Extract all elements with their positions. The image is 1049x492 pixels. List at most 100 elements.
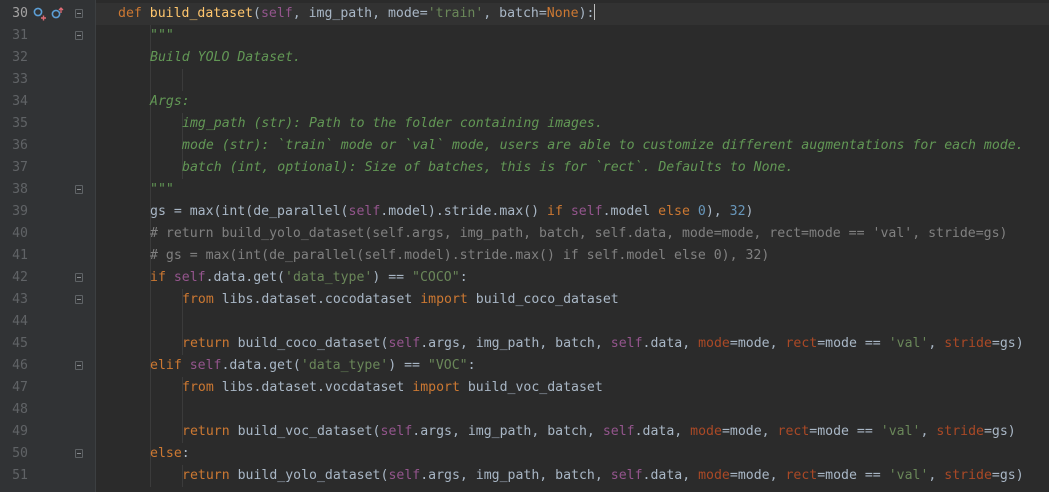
code-area[interactable]: Build YOLO Dataset. (96, 47, 1049, 69)
code-token: 'data_type' (285, 270, 373, 285)
indent-guide (150, 113, 151, 135)
code-token: rect (785, 336, 818, 351)
code-token: Args: (150, 94, 190, 109)
code-line[interactable]: 38 """ (0, 179, 1049, 201)
code-token: build_voc_dataset( (237, 424, 381, 439)
code-token: =mode, (729, 336, 786, 351)
code-token: : (467, 358, 476, 373)
code-token: build_voc_dataset (467, 380, 603, 395)
line-number: 35 (12, 116, 28, 131)
code-line[interactable]: 46 elif self.data.get('data_type') == "VO… (0, 355, 1049, 377)
code-area[interactable] (96, 311, 1049, 333)
code-text: return build_coco_dataset(self.args, img… (182, 333, 1024, 355)
code-area[interactable]: batch (int, optional): Size of batches, … (96, 157, 1049, 179)
code-area[interactable]: Args: (96, 91, 1049, 113)
code-token: .data, (634, 424, 691, 439)
code-token: return (182, 336, 238, 351)
code-token: =mode == (817, 336, 889, 351)
code-line[interactable]: 32 Build YOLO Dataset. (0, 47, 1049, 69)
line-number: 36 (12, 138, 28, 153)
indent-guide (150, 311, 151, 333)
code-text: # gs = max(int(de_parallel(self.model).s… (150, 245, 769, 267)
code-token: import (420, 292, 476, 307)
code-area[interactable]: # return build_yolo_dataset(self.args, i… (96, 223, 1049, 245)
fold-marker-icon[interactable] (75, 295, 83, 304)
code-line[interactable]: 31 """ (0, 25, 1049, 47)
line-number: 37 (12, 160, 28, 175)
code-line[interactable]: 42 if self.data.get('data_type') == "COCO… (0, 267, 1049, 289)
code-text: mode (str): `train` mode or `val` mode, … (182, 135, 1024, 157)
code-area[interactable]: def build_dataset(self, img_path, mode='… (96, 3, 1049, 25)
code-line[interactable]: 34 Args: (0, 91, 1049, 113)
indent-guide (150, 333, 151, 355)
code-text: return build_yolo_dataset(self.args, img… (182, 465, 1024, 487)
code-line[interactable]: 49 return build_voc_dataset(self.args, im… (0, 421, 1049, 443)
code-token: : (459, 270, 468, 285)
line-number: 34 (12, 94, 28, 109)
code-line[interactable]: 45 return build_coco_dataset(self.args, i… (0, 333, 1049, 355)
code-line[interactable]: 33 (0, 69, 1049, 91)
code-token: mode (698, 336, 730, 351)
code-token: mode (str): `train` mode or `val` mode, … (182, 138, 1024, 153)
code-line[interactable]: 35 img_path (str): Path to the folder con… (0, 113, 1049, 135)
code-token: "VOC" (427, 358, 468, 373)
code-text: from libs.dataset.cocodataset import bui… (182, 289, 619, 311)
code-area[interactable]: img_path (str): Path to the folder conta… (96, 113, 1049, 135)
overridden-icon[interactable] (50, 7, 64, 21)
line-number: 45 (12, 336, 28, 351)
fold-marker-icon[interactable] (75, 361, 83, 370)
code-area[interactable] (96, 399, 1049, 421)
code-token: return (182, 468, 238, 483)
fold-marker-icon[interactable] (75, 31, 83, 40)
code-token: 32 (729, 204, 746, 219)
code-line[interactable]: 51 return build_yolo_dataset(self.args, i… (0, 465, 1049, 487)
line-number: 40 (12, 226, 28, 241)
code-text: gs = max(int(de_parallel(self.model).str… (150, 201, 754, 223)
code-token: else (150, 446, 182, 461)
code-area[interactable]: """ (96, 25, 1049, 47)
code-token: build_coco_dataset( (237, 336, 389, 351)
code-area[interactable]: from libs.dataset.vocdataset import buil… (96, 377, 1049, 399)
code-area[interactable]: else: (96, 443, 1049, 465)
code-line[interactable]: 50 else: (0, 443, 1049, 465)
code-line[interactable]: 39 gs = max(int(de_parallel(self.model).s… (0, 201, 1049, 223)
code-token: 'val' (880, 424, 921, 439)
code-area[interactable]: from libs.dataset.cocodataset import bui… (96, 289, 1049, 311)
code-text: """ (150, 179, 174, 201)
code-line[interactable]: 36 mode (str): `train` mode or `val` mode… (0, 135, 1049, 157)
line-number: 39 (12, 204, 28, 219)
fold-marker-icon[interactable] (75, 185, 83, 194)
code-token: from (182, 380, 222, 395)
code-area[interactable] (96, 69, 1049, 91)
fold-marker-icon[interactable] (75, 273, 83, 282)
code-area[interactable]: mode (str): `train` mode or `val` mode, … (96, 135, 1049, 157)
code-line[interactable]: 41 # gs = max(int(de_parallel(self.model)… (0, 245, 1049, 267)
code-area[interactable]: """ (96, 179, 1049, 201)
code-area[interactable]: return build_coco_dataset(self.args, img… (96, 333, 1049, 355)
code-line[interactable]: 44 (0, 311, 1049, 333)
line-number: 49 (12, 424, 28, 439)
code-line[interactable]: 47 from libs.dataset.vocdataset import bu… (0, 377, 1049, 399)
code-area[interactable]: # gs = max(int(de_parallel(self.model).s… (96, 245, 1049, 267)
code-token: =gs) (991, 336, 1024, 351)
code-token: self (388, 468, 421, 483)
code-area[interactable]: return build_voc_dataset(self.args, img_… (96, 421, 1049, 443)
code-token: .data, (642, 336, 699, 351)
override-icon[interactable] (33, 7, 47, 21)
code-line[interactable]: 48 (0, 399, 1049, 421)
code-area[interactable]: elif self.data.get('data_type') == "VOC"… (96, 355, 1049, 377)
code-editor[interactable]: 30 def build_dataset(self, img_path, mode… (0, 0, 1049, 492)
fold-marker-icon[interactable] (75, 449, 83, 458)
code-area[interactable]: gs = max(int(de_parallel(self.model).str… (96, 201, 1049, 223)
code-token: mode (690, 424, 722, 439)
code-text: return build_voc_dataset(self.args, img_… (182, 421, 1016, 443)
code-token: ) == (388, 358, 428, 373)
code-area[interactable]: if self.data.get('data_type') == "COCO": (96, 267, 1049, 289)
code-line[interactable]: 37 batch (int, optional): Size of batches… (0, 157, 1049, 179)
code-line[interactable]: 40 # return build_yolo_dataset(self.args,… (0, 223, 1049, 245)
code-token: batch (int, optional): Size of batches, … (182, 160, 794, 175)
code-line[interactable]: 43 from libs.dataset.cocodataset import b… (0, 289, 1049, 311)
fold-marker-icon[interactable] (75, 9, 83, 18)
code-area[interactable]: return build_yolo_dataset(self.args, img… (96, 465, 1049, 487)
code-line[interactable]: 30 def build_dataset(self, img_path, mode… (0, 3, 1049, 25)
